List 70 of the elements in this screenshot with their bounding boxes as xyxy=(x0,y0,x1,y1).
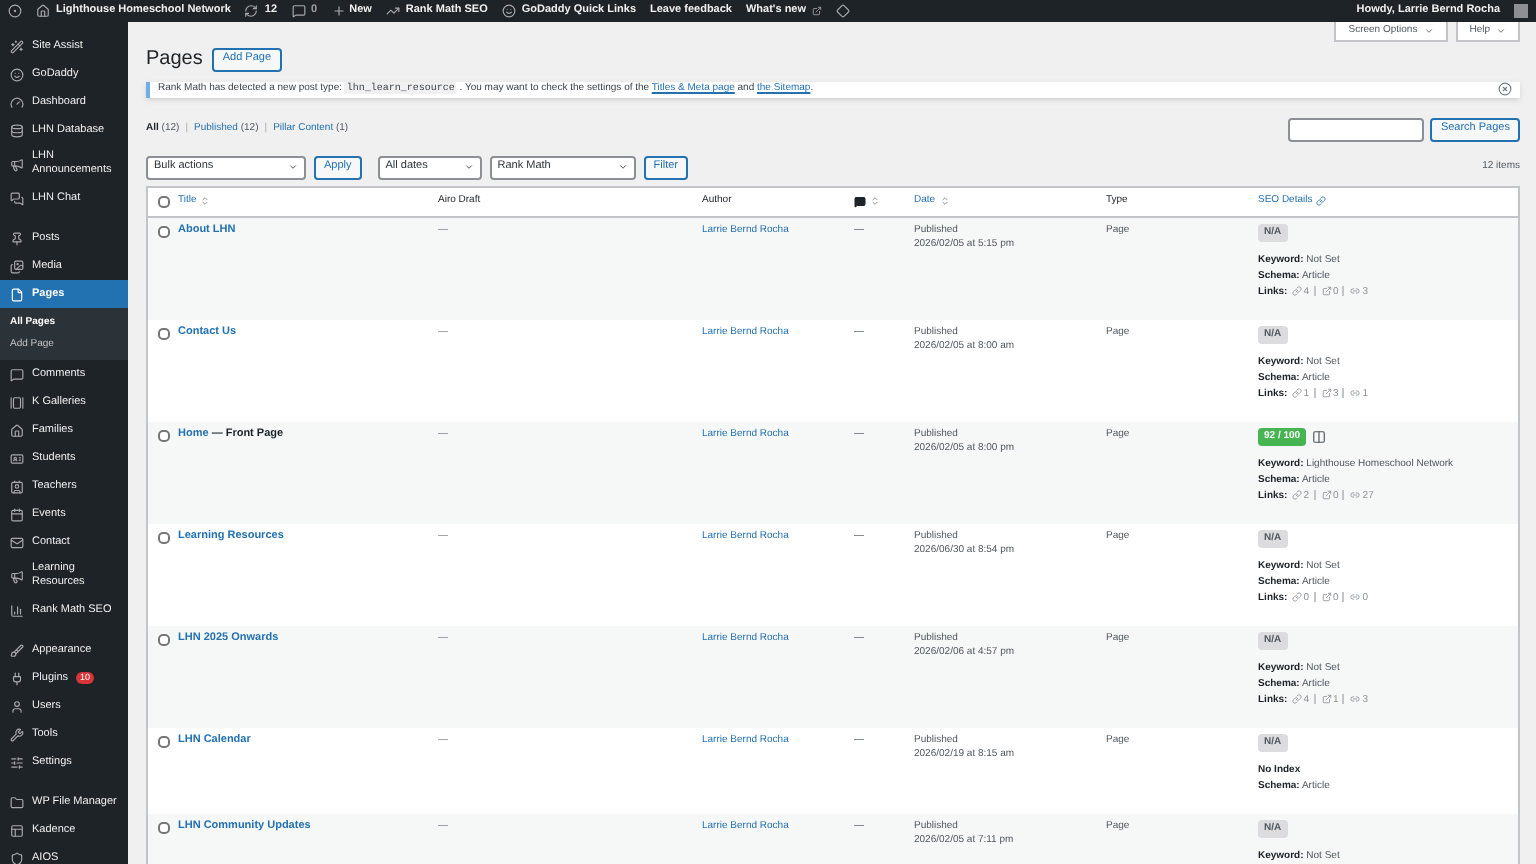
panel-icon xyxy=(10,823,24,837)
link-icon xyxy=(1316,196,1327,206)
link-icon xyxy=(1291,592,1302,602)
sort-icon xyxy=(870,196,880,206)
megaphone-icon xyxy=(10,157,24,171)
chain-icon xyxy=(1350,592,1361,602)
gallery-icon xyxy=(10,395,24,409)
external-link-icon xyxy=(1321,490,1332,500)
envelope-icon xyxy=(10,535,24,549)
search-field[interactable] xyxy=(1288,117,1425,141)
caret-icon xyxy=(1496,26,1506,36)
user-icon xyxy=(10,699,24,713)
sort-icon xyxy=(200,196,211,206)
close-icon xyxy=(1498,82,1512,97)
chain-icon xyxy=(1350,694,1361,704)
row-checkbox[interactable] xyxy=(157,429,169,441)
refresh-icon xyxy=(244,4,259,18)
row-checkbox[interactable] xyxy=(157,531,169,543)
house-icon xyxy=(10,423,24,437)
sort-icon xyxy=(939,196,950,206)
wrench-icon xyxy=(10,727,24,741)
megaphone-icon xyxy=(10,569,24,583)
bar-chart-icon xyxy=(10,603,24,617)
row-checkbox[interactable] xyxy=(157,327,169,339)
external-link-icon xyxy=(1321,694,1332,704)
contact-card-icon xyxy=(10,479,24,493)
link-icon xyxy=(1291,388,1302,398)
caret-icon xyxy=(288,162,298,172)
pin-icon xyxy=(10,231,24,245)
link-icon xyxy=(1291,694,1302,704)
folder-icon xyxy=(10,795,24,809)
comment-icon xyxy=(10,367,24,381)
row-checkbox[interactable] xyxy=(157,735,169,747)
comment-icon xyxy=(854,195,866,207)
link-icon xyxy=(1291,286,1302,296)
row-checkbox[interactable] xyxy=(157,633,169,645)
external-link-icon xyxy=(812,6,823,16)
link-icon xyxy=(1291,490,1302,500)
external-link-icon xyxy=(1321,388,1332,398)
plug-icon xyxy=(10,671,24,685)
page-icon xyxy=(10,287,24,301)
chain-icon xyxy=(1350,286,1361,296)
calendar-icon xyxy=(10,507,24,521)
chain-icon xyxy=(1350,490,1361,500)
smile-icon xyxy=(501,4,516,18)
caret-icon xyxy=(1423,26,1434,36)
database-icon xyxy=(10,123,24,137)
diamond-icon xyxy=(836,4,851,18)
smile-icon xyxy=(10,67,24,81)
wand-icon xyxy=(10,39,24,53)
row-checkbox[interactable] xyxy=(157,821,169,833)
chain-icon xyxy=(1350,388,1361,398)
row-checkbox[interactable] xyxy=(157,225,169,237)
house-icon xyxy=(36,4,50,18)
comment-icon xyxy=(291,4,306,18)
shield-icon xyxy=(10,851,24,864)
chart-line-icon xyxy=(385,4,400,18)
external-link-icon xyxy=(1321,592,1332,602)
chat-icon xyxy=(10,191,24,205)
page-title: Pages xyxy=(146,46,203,74)
plus-icon xyxy=(331,4,346,18)
images-icon xyxy=(10,259,24,273)
sliders-icon xyxy=(10,755,24,769)
brush-icon xyxy=(10,643,24,657)
caret-icon xyxy=(463,162,474,172)
external-link-icon xyxy=(1321,286,1332,296)
gauge-icon xyxy=(10,95,24,109)
select-all-checkbox[interactable] xyxy=(157,195,169,207)
id-card-icon xyxy=(10,451,24,465)
caret-icon xyxy=(617,162,628,172)
